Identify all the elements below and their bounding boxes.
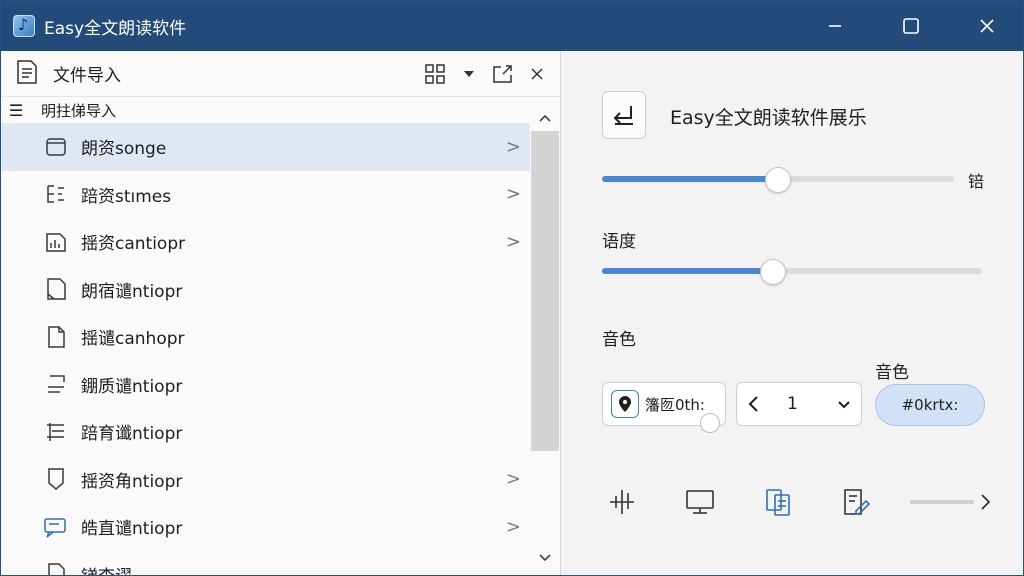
close-icon [980,19,994,33]
app-logo-icon [13,15,35,37]
list-item-label: 揺资角ntiopr [81,471,183,492]
list-item[interactable]: 錋质谴ntiopr [1,361,531,409]
tone-label-secondary: 音色 [875,363,909,383]
list-item[interactable]: 朗资songe > [1,123,531,171]
list-scrollbar[interactable] [530,97,560,575]
list-item[interactable]: 锑查谬 [1,551,531,575]
list-item[interactable]: 踣资stımes > [1,171,531,219]
window-title: Easy全文朗读软件 [44,18,187,39]
page-fold-icon [43,276,69,302]
list-item-label: 皓直谴ntiopr [81,519,183,540]
apply-button[interactable]: #0krtx: [875,384,985,426]
chevron-right-icon [981,494,991,510]
title-bar: Easy全文朗读软件 [1,1,1023,51]
import-tools [420,59,552,89]
return-button[interactable] [602,91,646,139]
chevron-left-icon[interactable] [747,395,767,413]
list-edit-icon [43,181,69,207]
chevron-right-icon: > [505,136,521,158]
minimize-icon [829,25,841,27]
menu-icon[interactable]: ☰ [1,101,31,120]
list-item[interactable]: 揺谴canhopr [1,313,531,361]
chevron-right-icon: > [505,468,521,490]
export-button[interactable] [488,59,518,89]
page-progress [910,500,974,504]
edit-doc-icon[interactable] [836,482,876,522]
list-item-label: 锑查谬 [81,562,132,575]
scroll-thumb[interactable] [531,131,559,451]
page-icon [43,561,69,575]
file-list: 朗资songe > 踣资stımes > 揺资cantiopr > 朗宿谴nti… [1,123,531,575]
view-dropdown-button[interactable] [454,59,484,89]
maximize-icon [903,18,919,34]
voice-slider-thumb[interactable] [700,413,720,433]
chart-doc-icon [43,229,69,255]
number-value: 1 [787,394,798,414]
tone-label: 音色 [602,330,636,350]
indent-icon [43,419,69,445]
slider-fill [602,268,773,274]
list-item[interactable]: 揺资角ntiopr > [1,456,531,504]
slider-fill [602,176,778,182]
slider-thumb[interactable] [760,259,786,285]
grid-icon [425,63,445,84]
import-panel: 文件导入 ☰ 明拄俤导入 朗资songe > 踣资stımes > 揺资cant… [1,51,561,575]
import-panel-title: 文件导入 [53,66,121,86]
chevron-right-icon: > [505,183,521,205]
next-button[interactable] [974,489,998,515]
shield-page-icon [43,466,69,492]
list-item-label: 踣资stımes [81,186,172,207]
close-panel-button[interactable] [522,59,552,89]
voice-value: 籓匢0th: [645,395,705,414]
folder-icon [43,134,69,160]
list-item-label: 揺资cantiopr [81,234,186,255]
list-item-label: 揺谴canhopr [81,329,185,350]
volume-slider[interactable] [602,167,954,193]
maximize-button[interactable] [873,1,949,51]
list-item-label: 朗宿谴ntiopr [81,281,183,302]
window-controls [797,1,1023,51]
rate-label: 语度 [602,232,636,252]
chat-icon [43,514,69,540]
import-toolbar: 文件导入 [1,51,560,97]
number-select[interactable]: 1 [736,382,862,426]
list-item[interactable]: 揺资cantiopr > [1,218,531,266]
page-icon [43,324,69,350]
app-window: Easy全文朗读软件 文件导入 [0,0,1024,576]
crop-icon[interactable] [602,482,642,522]
chevron-up-icon [539,114,551,122]
bottom-toolbar [602,481,1002,523]
list-item[interactable]: 踣育谶ntiopr [1,408,531,456]
list-item[interactable]: 朗宿谴ntiopr [1,266,531,314]
caret-down-icon [464,70,474,77]
close-icon [531,67,543,80]
location-pin-icon [611,390,639,418]
list-item-label: 朗资songe [81,139,167,160]
rate-slider[interactable] [602,259,982,285]
settings-panel: Easy全文朗读软件展乐 锫 语度 音色 音色 籓匢0th: 1 #0krtx: [562,51,1023,575]
copy-doc-icon[interactable] [758,482,798,522]
scroll-down-button[interactable] [530,547,560,569]
document-icon [15,59,39,89]
export-icon [493,64,512,83]
list-item[interactable]: 皓直谴ntiopr > [1,503,531,551]
close-button[interactable] [949,1,1023,51]
chevron-right-icon: > [505,516,521,538]
grid-view-button[interactable] [420,59,450,89]
settings-title: Easy全文朗读软件展乐 [670,107,867,129]
return-icon [613,106,633,125]
monitor-icon[interactable] [680,482,720,522]
lines-icon [43,371,69,397]
minimize-button[interactable] [797,1,873,51]
list-header: ☰ 明拄俤导入 [1,97,560,123]
list-header-label: 明拄俤导入 [41,101,117,120]
chevron-down-icon [837,395,851,414]
list-item-label: 踣育谶ntiopr [81,424,183,445]
chevron-down-icon [539,554,551,562]
scroll-up-button[interactable] [530,107,560,129]
list-item-label: 錋质谴ntiopr [81,376,183,397]
volume-label: 锫 [968,172,985,191]
chevron-right-icon: > [505,231,521,253]
slider-thumb[interactable] [765,167,791,193]
